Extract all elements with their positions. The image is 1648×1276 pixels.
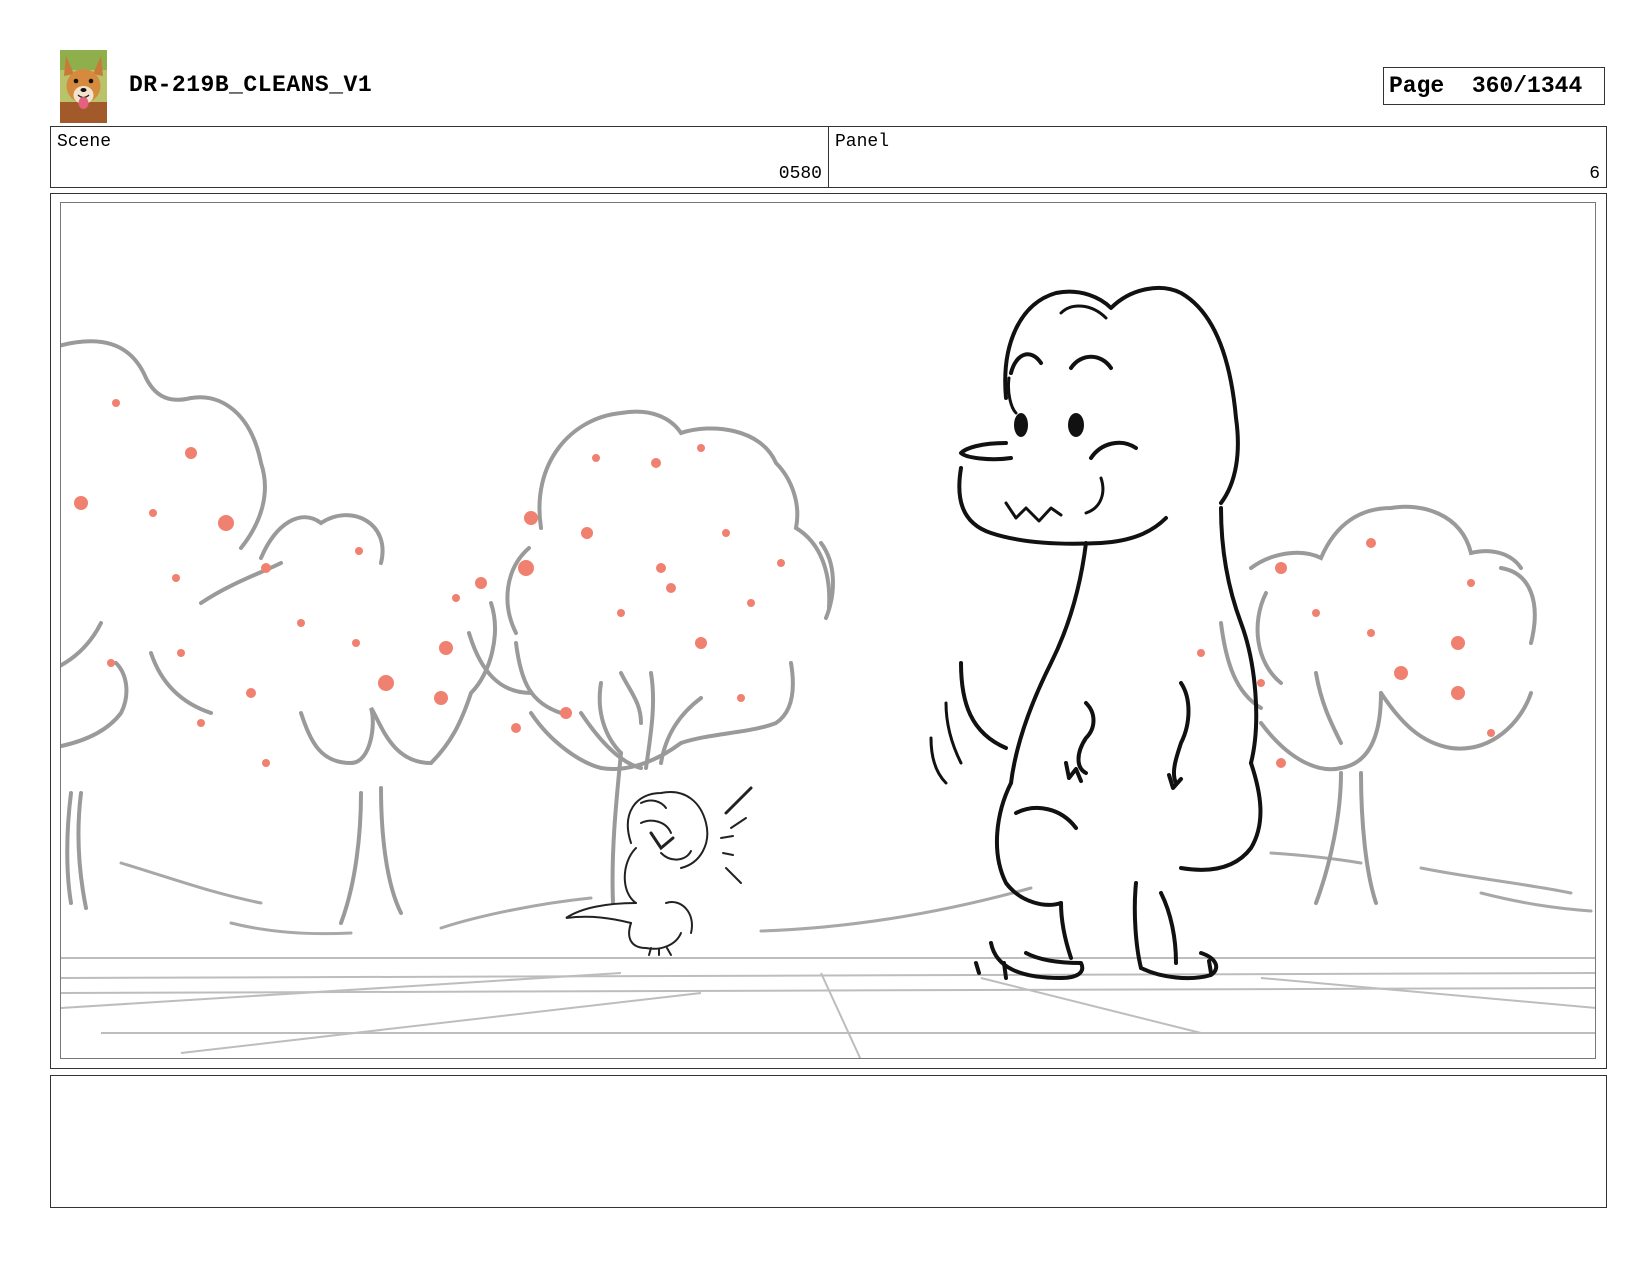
document-title: DR-219B_CLEANS_V1	[129, 72, 373, 98]
scene-number: 0580	[778, 164, 822, 184]
center-tree	[467, 409, 835, 905]
ground-lines	[61, 957, 1595, 1058]
right-tree	[1219, 504, 1537, 905]
sketch-illustration	[61, 286, 1595, 1058]
notes-box	[50, 1075, 1607, 1208]
scene-cell: Scene 0580	[51, 127, 829, 187]
left-tree	[61, 339, 267, 910]
small-dinosaur	[565, 786, 753, 956]
dog-avatar-icon	[60, 50, 107, 123]
scene-panel-info: Scene 0580 Panel 6	[50, 126, 1607, 188]
storyboard-panel-drawing	[60, 202, 1596, 1059]
page-indicator: Page 360/1344	[1383, 67, 1605, 105]
storyboard-frame	[50, 193, 1607, 1069]
panel-label: Panel	[835, 132, 890, 152]
page-label: Page	[1389, 73, 1445, 99]
page-number: 360/1344	[1471, 73, 1583, 99]
big-dinosaur	[929, 286, 1263, 981]
scene-label: Scene	[57, 132, 112, 152]
panel-number: 6	[1589, 164, 1600, 184]
panel-cell: Panel 6	[829, 127, 1606, 187]
middle-left-tree	[149, 513, 497, 925]
